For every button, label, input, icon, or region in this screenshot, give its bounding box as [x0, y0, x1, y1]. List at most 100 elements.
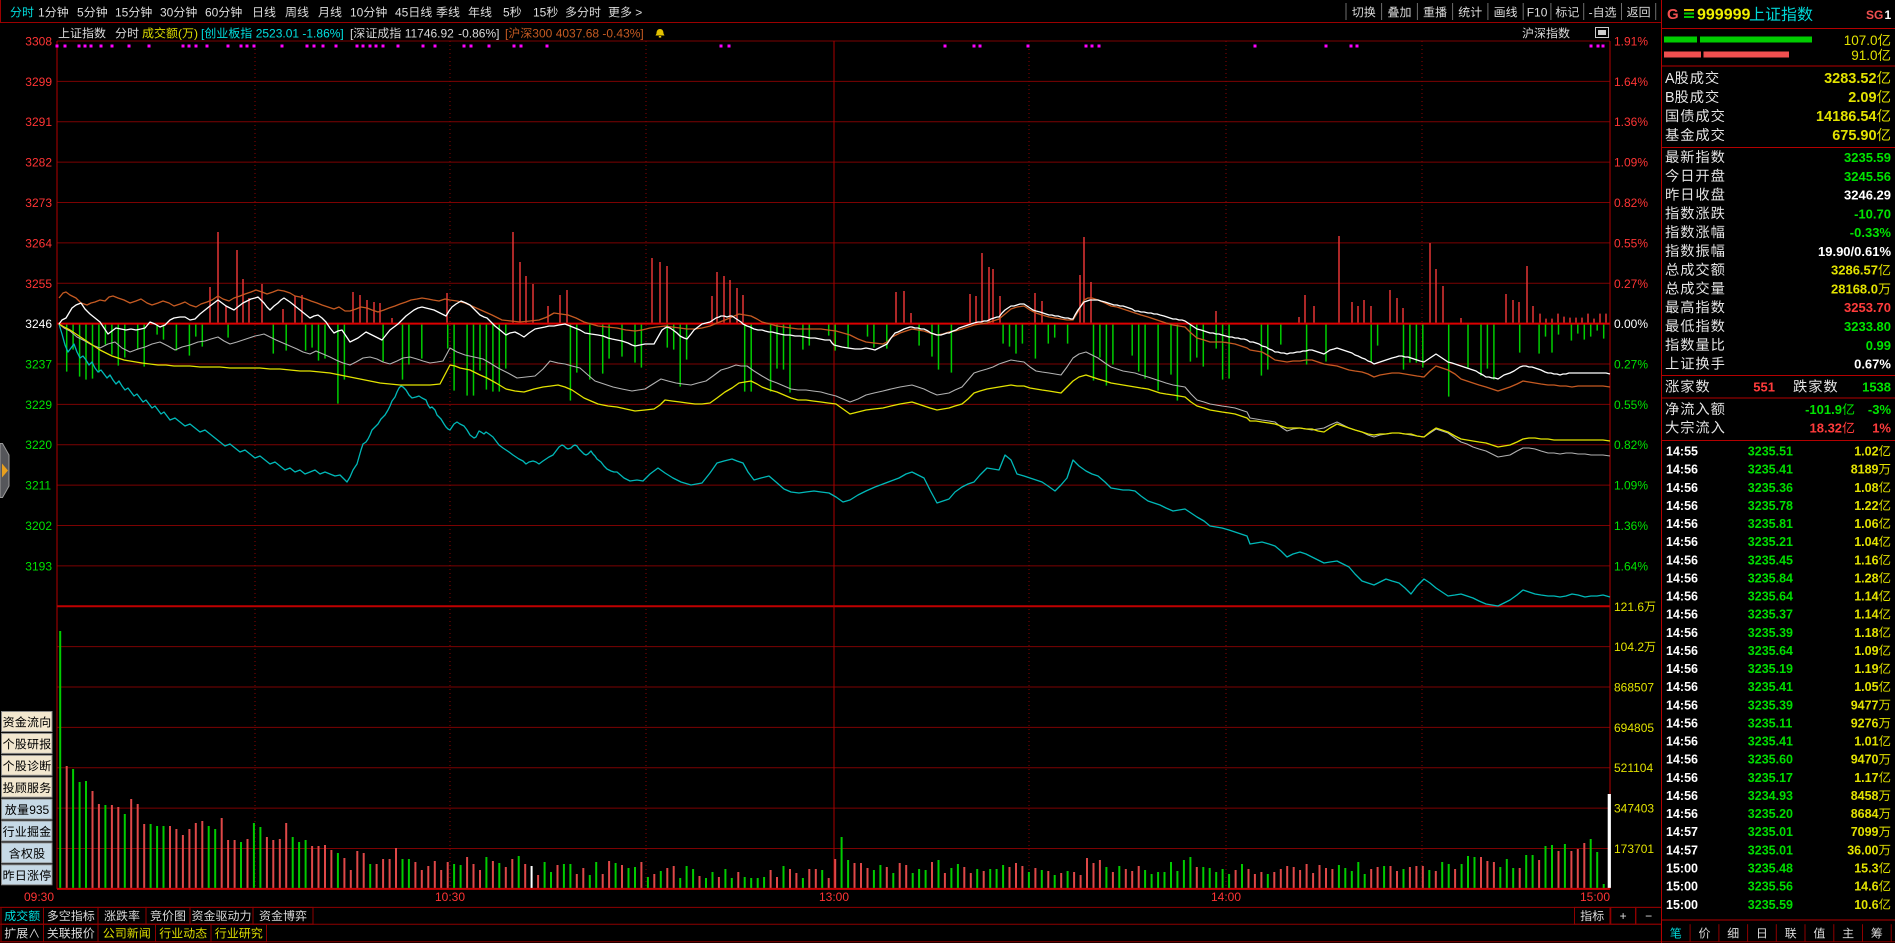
svg-text:14:56: 14:56 [1666, 771, 1698, 785]
svg-text:19.90/0.61%: 19.90/0.61% [1818, 244, 1891, 259]
svg-text:3235.01: 3235.01 [1748, 825, 1793, 839]
svg-text:1.14: 1.14 [1854, 608, 1878, 622]
svg-text:7099: 7099 [1851, 825, 1879, 839]
svg-text:0.82%: 0.82% [1614, 438, 1648, 452]
svg-text:14:56: 14:56 [1666, 789, 1698, 803]
svg-text:28168.0: 28168.0 [1831, 282, 1878, 297]
svg-text:3235.45: 3235.45 [1748, 553, 1793, 567]
svg-text:14:56: 14:56 [1666, 662, 1698, 676]
svg-text:18.32: 18.32 [1810, 421, 1843, 436]
svg-text:−: − [1645, 909, 1652, 923]
svg-text:14:56: 14:56 [1666, 644, 1698, 658]
svg-text:3264: 3264 [25, 236, 52, 250]
svg-text:0.27%: 0.27% [1614, 358, 1648, 372]
svg-text:-: - [1589, 6, 1593, 20]
svg-text:15: 15 [115, 6, 129, 20]
svg-text:1.09%: 1.09% [1614, 156, 1648, 170]
svg-text:3235.19: 3235.19 [1748, 662, 1793, 676]
svg-text:14:00: 14:00 [1211, 890, 1241, 904]
svg-text:173701: 173701 [1614, 842, 1654, 856]
svg-text:3235.36: 3235.36 [1748, 481, 1793, 495]
svg-text:-10.70: -10.70 [1854, 206, 1891, 221]
svg-text:14186.54: 14186.54 [1816, 109, 1876, 125]
svg-text:14:56: 14:56 [1666, 735, 1698, 749]
svg-text:1%: 1% [1872, 421, 1891, 436]
svg-text:15.3: 15.3 [1854, 862, 1878, 876]
svg-text:14:56: 14:56 [1666, 535, 1698, 549]
svg-text:SG: SG [1866, 8, 1883, 22]
svg-text:-0.43%]: -0.43%] [602, 27, 643, 41]
svg-text:3235.48: 3235.48 [1748, 862, 1793, 876]
svg-text:13:00: 13:00 [819, 890, 849, 904]
svg-text:-1.86%]: -1.86%] [302, 27, 343, 41]
svg-text:G: G [1667, 6, 1679, 23]
svg-text:1.36%: 1.36% [1614, 115, 1648, 129]
svg-text:0.55%: 0.55% [1614, 236, 1648, 250]
svg-text:9477: 9477 [1851, 698, 1879, 712]
svg-text:3235.64: 3235.64 [1748, 644, 1793, 658]
svg-text:14:56: 14:56 [1666, 571, 1698, 585]
svg-text:3283.52: 3283.52 [1824, 71, 1876, 87]
svg-text:551: 551 [1753, 380, 1775, 395]
svg-text:14:56: 14:56 [1666, 590, 1698, 604]
svg-text:1.08: 1.08 [1854, 481, 1878, 495]
svg-text:3229: 3229 [25, 398, 52, 412]
svg-text:1.28: 1.28 [1854, 571, 1878, 585]
svg-text:3235.11: 3235.11 [1748, 717, 1793, 731]
svg-text:8684: 8684 [1851, 807, 1879, 821]
svg-text:-101.9: -101.9 [1805, 402, 1842, 417]
svg-text:3235.37: 3235.37 [1748, 608, 1793, 622]
svg-text:14:56: 14:56 [1666, 481, 1698, 495]
svg-text:15: 15 [533, 6, 547, 20]
svg-text:1.09: 1.09 [1854, 644, 1878, 658]
svg-text:2523.01: 2523.01 [256, 27, 300, 41]
svg-text:3235.51: 3235.51 [1748, 445, 1793, 459]
svg-text:3286.57: 3286.57 [1831, 263, 1878, 278]
svg-text:3234.93: 3234.93 [1748, 789, 1793, 803]
svg-text:3193: 3193 [25, 559, 52, 573]
svg-text:1.14: 1.14 [1854, 590, 1878, 604]
svg-text:1.02: 1.02 [1854, 445, 1878, 459]
svg-text:36.00: 36.00 [1847, 843, 1878, 857]
svg-text:10:30: 10:30 [435, 890, 465, 904]
svg-text:0.67%: 0.67% [1854, 357, 1891, 372]
svg-text:0.27%: 0.27% [1614, 277, 1648, 291]
svg-text:3235.20: 3235.20 [1748, 807, 1793, 821]
svg-text:3255: 3255 [25, 277, 52, 291]
svg-text:107.0: 107.0 [1844, 33, 1878, 48]
svg-text:14:57: 14:57 [1666, 843, 1698, 857]
svg-text:3220: 3220 [25, 438, 52, 452]
svg-text:3291: 3291 [25, 115, 52, 129]
svg-text:15:00: 15:00 [1666, 862, 1698, 876]
svg-text:868507: 868507 [1614, 681, 1654, 695]
svg-text:3235.39: 3235.39 [1748, 698, 1793, 712]
svg-text:1.04: 1.04 [1854, 535, 1878, 549]
svg-text:3253.70: 3253.70 [1844, 300, 1891, 315]
svg-text:(: ( [178, 27, 182, 41]
svg-text:3235.21: 3235.21 [1748, 535, 1793, 549]
svg-text:15:00: 15:00 [1666, 898, 1698, 912]
svg-text:1.64%: 1.64% [1614, 75, 1648, 89]
svg-text:9470: 9470 [1851, 753, 1879, 767]
svg-text:8458: 8458 [1851, 789, 1879, 803]
svg-text:14:56: 14:56 [1666, 626, 1698, 640]
svg-text:300: 300 [532, 27, 552, 41]
svg-text:14:56: 14:56 [1666, 717, 1698, 731]
svg-text:9276: 9276 [1851, 717, 1879, 731]
svg-text:3235.81: 3235.81 [1748, 517, 1793, 531]
svg-text:15:00: 15:00 [1666, 880, 1698, 894]
svg-text:-0.86%]: -0.86%] [458, 27, 499, 41]
svg-text:14:56: 14:56 [1666, 463, 1698, 477]
svg-text:): ) [194, 27, 198, 41]
svg-text:3282: 3282 [25, 156, 52, 170]
svg-text:14:56: 14:56 [1666, 553, 1698, 567]
svg-text:15:00: 15:00 [1580, 890, 1610, 904]
svg-text:3235.60: 3235.60 [1748, 753, 1793, 767]
svg-text:3235.41: 3235.41 [1748, 735, 1793, 749]
svg-text:935: 935 [29, 803, 49, 817]
svg-text:675.90: 675.90 [1832, 128, 1876, 144]
svg-text:5: 5 [77, 6, 84, 20]
svg-text:3235.17: 3235.17 [1748, 771, 1793, 785]
svg-text:10: 10 [350, 6, 364, 20]
svg-text:104.2: 104.2 [1614, 640, 1644, 654]
